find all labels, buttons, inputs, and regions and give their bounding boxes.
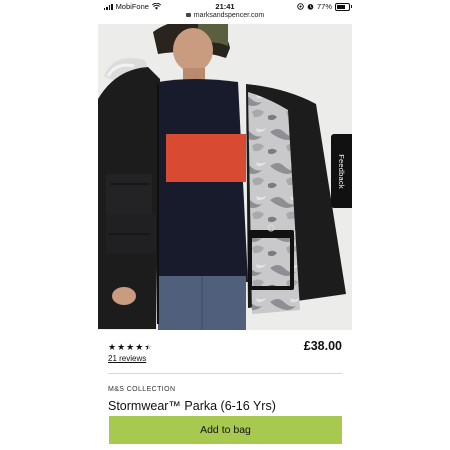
brand-label: M&S COLLECTION (108, 386, 176, 393)
star-icon: ★ (117, 342, 126, 352)
product-title: Stormwear™ Parka (6-16 Yrs) (108, 399, 276, 413)
url-text: marksandspencer.com (193, 12, 265, 19)
reviews-link[interactable]: 21 reviews (108, 354, 146, 363)
lock-icon (185, 13, 191, 17)
screen: MobiFone 21:41 77% marksandspencer.com F… (0, 0, 450, 450)
divider (108, 373, 342, 374)
rating-stars: ★ ★ ★ ★ ★ (108, 342, 152, 352)
star-icon: ★ (144, 342, 153, 352)
feedback-tab[interactable]: Feedback (331, 134, 352, 208)
feedback-label: Feedback (337, 153, 347, 189)
battery-fill (337, 4, 346, 9)
star-icon: ★ (108, 342, 117, 352)
battery-percent: 77% (317, 2, 333, 11)
star-icon: ★ (135, 342, 144, 352)
status-time: 21:41 (215, 2, 235, 11)
add-to-bag-button[interactable]: Add to bag (109, 416, 342, 444)
alarm-icon (307, 4, 314, 10)
star-icon: ★ (126, 342, 135, 352)
product-photo (98, 24, 352, 330)
location-icon (297, 3, 304, 10)
address-bar[interactable]: marksandspencer.com (0, 12, 450, 19)
status-right: 77% (297, 2, 353, 11)
product-price: £38.00 (303, 339, 342, 353)
status-bar: MobiFone 21:41 77% (0, 0, 450, 12)
product-image[interactable] (98, 24, 352, 330)
battery-icon (335, 2, 353, 11)
